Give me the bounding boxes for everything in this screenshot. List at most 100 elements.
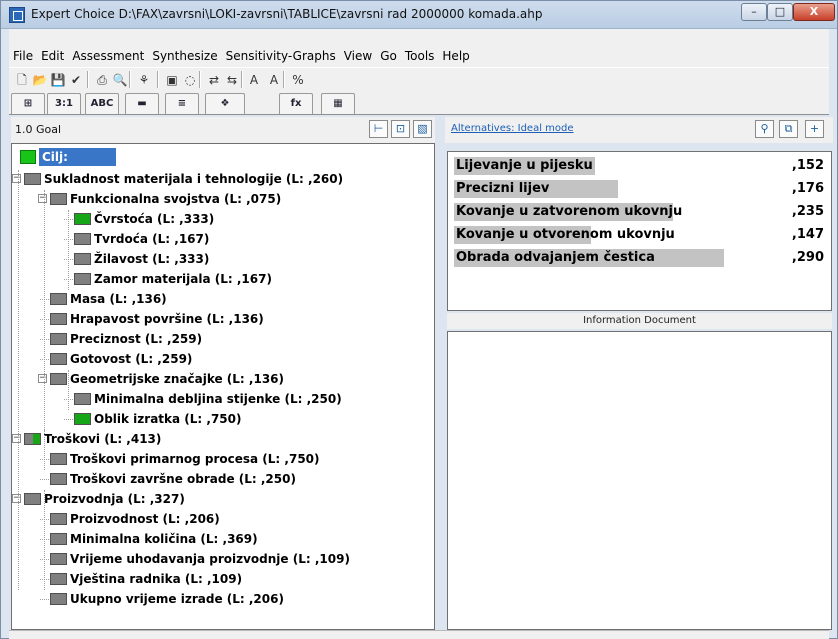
menu-item-go[interactable]: Go: [376, 47, 401, 65]
priority-box: [50, 593, 67, 605]
print-icon[interactable]: ⎙: [93, 71, 111, 89]
priority-box: [50, 453, 67, 465]
tab-bars-icon[interactable]: ▬: [125, 93, 159, 114]
save-icon[interactable]: 💾: [49, 71, 67, 89]
new-file-icon[interactable]: 🗋: [13, 71, 31, 89]
alternative-row[interactable]: Obrada odvajanjem čestica ,290: [454, 248, 826, 268]
hierarchy-icon[interactable]: ⚘: [135, 71, 153, 89]
tree-expander[interactable]: −: [12, 434, 21, 443]
menu-item-synthesize[interactable]: Synthesize: [148, 47, 221, 65]
open-folder-icon[interactable]: 📂: [31, 71, 49, 89]
menu-item-help[interactable]: Help: [438, 47, 473, 65]
information-document-header: Information Document: [447, 313, 832, 329]
tab-tree-view-icon[interactable]: ⊞: [11, 93, 45, 114]
font-smaller-icon[interactable]: A: [265, 71, 283, 89]
goal-priority-box: [20, 150, 36, 164]
font-larger-icon[interactable]: A: [245, 71, 263, 89]
tab-pairwise-icon[interactable]: 3:1: [47, 93, 81, 114]
tree-node-label: Proizvodnost (L: ,206): [70, 512, 220, 526]
priority-box: [50, 333, 67, 345]
alternatives-panel: Lijevanje u pijesku ,152 Precizni lijev ,17…: [447, 151, 832, 311]
menu-bar: File Edit Assessment Synthesize Sensitivity-…: [9, 47, 829, 67]
close-button[interactable]: X: [793, 3, 835, 21]
toolbar-separator: [87, 71, 89, 88]
maximize-button[interactable]: □: [767, 3, 793, 21]
check-icon[interactable]: ✔: [67, 71, 85, 89]
tree-expander[interactable]: −: [38, 374, 47, 383]
tree-expander[interactable]: −: [12, 494, 21, 503]
priority-box: [24, 433, 41, 445]
tab-abc-icon[interactable]: ABC: [85, 93, 119, 114]
tree-node-label: Minimalna debljina stijenke (L: ,250): [94, 392, 342, 406]
information-document-area[interactable]: [447, 331, 832, 630]
tree-connector: [40, 479, 49, 480]
disabled-icon-1[interactable]: ▣: [163, 71, 181, 89]
tree-view-toggle-icon[interactable]: ⊢: [369, 120, 388, 138]
priority-box: [50, 313, 67, 325]
toolbar-separator: [241, 71, 243, 88]
menu-item-file[interactable]: File: [9, 47, 37, 65]
tree-expander[interactable]: −: [12, 174, 21, 183]
priority-box: [74, 413, 91, 425]
tree-node-label: Hrapavost površine (L: ,136): [70, 312, 264, 326]
alternatives-mode-link[interactable]: Alternatives: Ideal mode: [451, 123, 574, 134]
priority-fill: [75, 414, 90, 424]
goal-hierarchy-tree: Cilj: Odabir primarnog procesa − Sukladno…: [11, 143, 435, 630]
tree-expander[interactable]: −: [38, 194, 47, 203]
tree-node-label: Troškovi završne obrade (L: ,250): [70, 472, 296, 486]
tree-node-label: Troškovi primarnog procesa (L: ,750): [70, 452, 320, 466]
toolbar-separator: [129, 71, 131, 88]
tab-funnel-icon[interactable]: ❖: [205, 93, 245, 114]
tree-chart-icon[interactable]: ▧: [413, 120, 432, 138]
copy-icon[interactable]: ⧉: [779, 120, 798, 138]
alternative-row[interactable]: Kovanje u otvorenom ukovnju ,147: [454, 225, 826, 245]
toolbar-separator: [199, 71, 201, 88]
menu-item-edit[interactable]: Edit: [37, 47, 68, 65]
tree-node-label: Vještina radnika (L: ,109): [70, 572, 243, 586]
tab-formula-icon[interactable]: fx: [279, 93, 313, 114]
window-title: Expert Choice D:\FAX\zavrsni\LOKI-zavrsn…: [31, 7, 543, 21]
tree-guide-line: [44, 490, 45, 590]
minimize-button[interactable]: –: [741, 3, 767, 21]
priority-box: [74, 273, 91, 285]
tree-pane-header: 1.0 Goal ⊢ ⊡ ▧: [11, 117, 435, 143]
sort-icon[interactable]: ⚲: [755, 120, 774, 138]
tree-node-label: Čvrstoća (L: ,333): [94, 212, 215, 226]
green-arrows-right-icon[interactable]: ⇆: [223, 71, 241, 89]
menu-item-assessment[interactable]: Assessment: [68, 47, 148, 65]
tree-node-label: Gotovost (L: ,259): [70, 352, 193, 366]
expert-choice-logo-icon: [9, 7, 25, 23]
alternative-name: Precizni lijev: [456, 181, 550, 196]
menu-item-sensitivity-graphs[interactable]: Sensitivity-Graphs: [222, 47, 340, 65]
alternative-value: ,147: [791, 227, 824, 242]
tree-node-label: Ukupno vrijeme izrade (L: ,206): [70, 592, 284, 606]
alternative-value: ,290: [791, 250, 824, 265]
alternative-row[interactable]: Lijevanje u pijesku ,152: [454, 156, 826, 176]
priority-box: [50, 193, 67, 205]
alternative-row[interactable]: Kovanje u zatvorenom ukovnju ,235: [454, 202, 826, 222]
priority-box: [50, 513, 67, 525]
menu-item-tools[interactable]: Tools: [401, 47, 439, 65]
green-arrows-left-icon[interactable]: ⇄: [205, 71, 223, 89]
priority-fill: [32, 434, 40, 444]
tab-grid-icon[interactable]: ▦: [321, 93, 355, 114]
tab-lines-icon[interactable]: ≡: [165, 93, 199, 114]
priority-box: [50, 573, 67, 585]
frame-top: [9, 29, 829, 47]
tree-node-label: Funkcionalna svojstva (L: ,075): [70, 192, 282, 206]
toolbar: 🗋 📂 💾 ✔ ⎙ 🔍 ⚘ ▣ ◌ ⇄ ⇆ A A%: [9, 67, 829, 91]
print-preview-icon[interactable]: 🔍: [111, 71, 129, 89]
alternatives-pane-header: Alternatives: Ideal mode ⚲ ⧉ +: [445, 117, 833, 143]
priority-box: [50, 353, 67, 365]
priority-box: [50, 533, 67, 545]
tree-node-label: Zamor materijala (L: ,167): [94, 272, 272, 286]
add-alternative-icon[interactable]: +: [805, 120, 824, 138]
percent-icon[interactable]: %: [289, 71, 307, 89]
alternative-row[interactable]: Precizni lijev ,176: [454, 179, 826, 199]
tree-node-label: Masa (L: ,136): [70, 292, 167, 306]
menu-item-view[interactable]: View: [340, 47, 376, 65]
tree-collapse-icon[interactable]: ⊡: [391, 120, 410, 138]
tree-guide-line: [68, 370, 69, 410]
priority-box: [24, 173, 41, 185]
disabled-icon-2[interactable]: ◌: [181, 71, 199, 89]
